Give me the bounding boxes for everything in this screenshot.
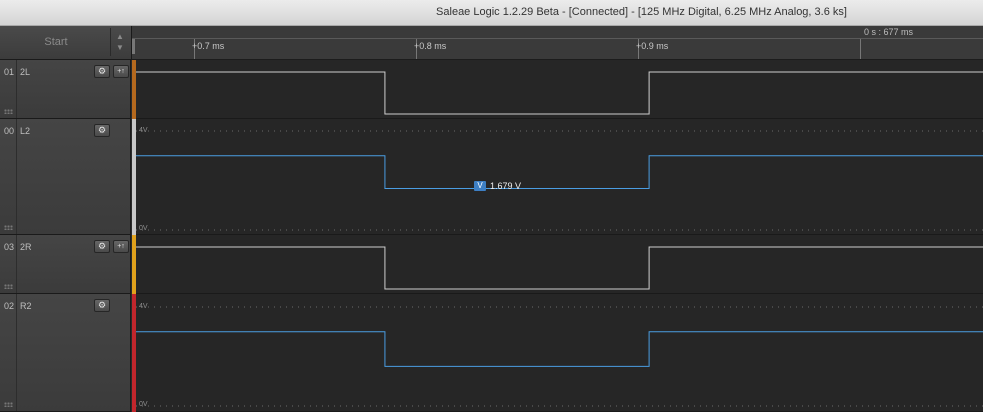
gear-icon[interactable]: ⚙	[94, 299, 110, 312]
axis-bottom-label: 0V	[139, 225, 148, 232]
start-button[interactable]: Start	[2, 28, 111, 56]
waveform-plot-l2[interactable]: 4V 0V V 1.679 V	[136, 119, 983, 235]
analog-waveform	[136, 155, 983, 189]
channel-name[interactable]: 2L	[20, 67, 30, 77]
axis-bottom-label: 0V	[139, 401, 148, 408]
ruler-tick-label: +0.8 ms	[414, 41, 447, 51]
digital-waveform	[136, 71, 983, 115]
time-readout: 0 s : 677 ms	[863, 27, 913, 37]
chevron-up-icon[interactable]: ▲	[113, 31, 127, 42]
channel-number: 00	[4, 126, 15, 136]
window-title: Saleae Logic 1.2.29 Beta - [Connected] -…	[436, 6, 847, 18]
waveform-plot-r2[interactable]: 4V 0V	[136, 294, 983, 412]
trigger-edge-icon[interactable]: +↑	[113, 65, 129, 78]
channel-number: 02	[4, 301, 15, 311]
start-options-stepper[interactable]: ▲ ▼	[113, 31, 127, 55]
drag-handle-icon[interactable]	[4, 402, 13, 407]
channel-header-l2[interactable]: 00 L2 ⚙	[0, 119, 131, 235]
analog-waveform	[136, 331, 983, 367]
trigger-edge-icon[interactable]: +↑	[113, 240, 129, 253]
channel-divider	[16, 294, 17, 411]
ruler-tick-mark	[860, 39, 861, 59]
channel-name[interactable]: R2	[20, 301, 32, 311]
channel-name[interactable]: 2R	[20, 242, 32, 252]
ruler-overview-bar[interactable]	[132, 26, 983, 39]
ruler-tick-label: +0.7 ms	[192, 41, 225, 51]
gear-icon[interactable]: ⚙	[94, 240, 110, 253]
channel-header-2r[interactable]: 03 2R ⚙ +↑	[0, 235, 131, 294]
analog-waveform-svg	[136, 130, 983, 231]
channel-header-r2[interactable]: 02 R2 ⚙	[0, 294, 131, 412]
measurement-value: 1.679 V	[490, 181, 522, 191]
window-title-bar: Saleae Logic 1.2.29 Beta - [Connected] -…	[0, 0, 983, 26]
channel-number: 01	[4, 67, 15, 77]
channel-number: 03	[4, 242, 15, 252]
channel-divider	[16, 60, 17, 118]
channel-name[interactable]: L2	[20, 126, 30, 136]
analog-waveform-svg	[136, 306, 983, 407]
start-control: Start ▲ ▼	[0, 26, 132, 60]
digital-waveform-svg	[136, 246, 983, 290]
voltage-measurement[interactable]: V 1.679 V	[474, 181, 521, 192]
digital-waveform-svg	[136, 71, 983, 115]
digital-waveform	[136, 246, 983, 290]
ruler-tick-label: +0.9 ms	[636, 41, 669, 51]
channel-divider	[16, 119, 17, 234]
channel-divider	[16, 235, 17, 293]
drag-handle-icon[interactable]	[4, 284, 13, 289]
channel-header-2l[interactable]: 01 2L ⚙ +↑	[0, 60, 131, 119]
waveform-plot-2r[interactable]	[136, 235, 983, 294]
waveform-plot-2l[interactable]	[136, 60, 983, 119]
chevron-down-icon[interactable]: ▼	[113, 42, 127, 53]
axis-top-label: 4V	[139, 303, 148, 310]
gear-icon[interactable]: ⚙	[94, 65, 110, 78]
time-ruler[interactable]: 0 s : 677 ms +0.7 ms +0.8 ms +0.9 ms	[132, 26, 983, 60]
axis-top-label: 4V	[139, 127, 148, 134]
ruler-start-marker	[132, 39, 135, 54]
drag-handle-icon[interactable]	[4, 109, 13, 114]
measurement-badge: V	[474, 181, 486, 191]
drag-handle-icon[interactable]	[4, 225, 13, 230]
gear-icon[interactable]: ⚙	[94, 124, 110, 137]
